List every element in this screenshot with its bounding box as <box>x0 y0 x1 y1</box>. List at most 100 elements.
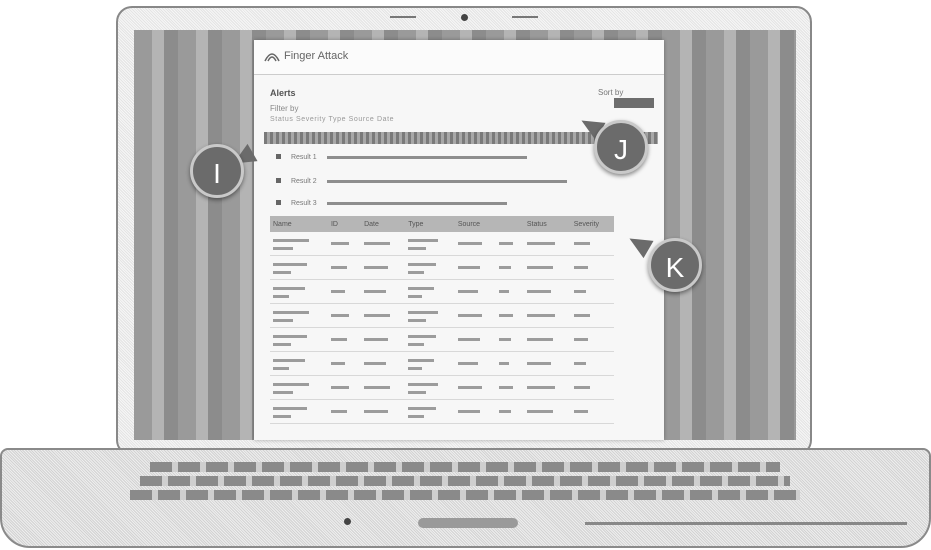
filter-row[interactable]: Status Severity Type Source Date <box>270 116 394 123</box>
trackpad[interactable] <box>418 518 518 528</box>
cell-text-placeholder <box>364 290 387 293</box>
table-cell <box>270 375 328 400</box>
table-cell <box>496 255 524 280</box>
list-item[interactable]: Result 2 <box>276 178 567 185</box>
cell-text-placeholder <box>330 410 347 413</box>
power-led-icon <box>344 518 351 525</box>
cell-text-placeholder <box>364 266 389 269</box>
keyboard-row <box>130 490 800 500</box>
cell-text-placeholder <box>526 338 553 341</box>
column-header[interactable]: Status <box>523 216 571 232</box>
checkbox[interactable] <box>276 154 281 159</box>
table-cell <box>523 351 571 376</box>
cell-text-placeholder <box>408 359 435 362</box>
cell-text-placeholder <box>526 386 555 389</box>
cell-text-placeholder <box>273 271 291 274</box>
table-cell <box>327 351 362 376</box>
table-cell <box>496 375 524 400</box>
cell-text-placeholder <box>499 362 510 365</box>
checkbox[interactable] <box>276 200 281 205</box>
table-row[interactable] <box>270 351 614 376</box>
lid-mark <box>512 16 538 18</box>
cell-text-placeholder <box>330 290 345 293</box>
cell-text-placeholder <box>408 247 427 250</box>
cell-text-placeholder <box>526 362 551 365</box>
cell-text-placeholder <box>457 338 480 341</box>
table-cell <box>570 375 614 400</box>
cell-text-placeholder <box>364 410 389 413</box>
table-cell <box>454 399 497 424</box>
cell-text-placeholder <box>273 239 309 242</box>
column-header[interactable]: ID <box>327 216 362 232</box>
checkbox[interactable] <box>276 178 281 183</box>
cell-text-placeholder <box>573 314 590 317</box>
cell-text-placeholder <box>364 242 391 245</box>
table-row[interactable] <box>270 232 614 256</box>
table-row[interactable] <box>270 303 614 328</box>
table-row[interactable] <box>270 399 614 424</box>
keyboard-row <box>140 476 790 486</box>
table-cell <box>496 399 524 424</box>
callout-i: I <box>190 144 244 198</box>
keyboard-row <box>150 462 780 472</box>
cell-text-placeholder <box>499 266 512 269</box>
table-row[interactable] <box>270 327 614 352</box>
cell-text-placeholder <box>408 287 435 290</box>
table-cell <box>361 375 406 400</box>
sort-link[interactable]: Sort by <box>598 88 623 97</box>
cell-text-placeholder <box>499 410 512 413</box>
table-cell <box>361 303 406 328</box>
table-cell <box>405 399 455 424</box>
table-cell <box>361 351 406 376</box>
table-cell <box>496 232 524 256</box>
cell-text-placeholder <box>408 367 423 370</box>
table-cell <box>523 255 571 280</box>
app-name: Finger Attack <box>284 50 349 62</box>
cell-text-placeholder <box>573 386 590 389</box>
callout-j: J <box>594 120 648 174</box>
column-header[interactable] <box>496 216 524 232</box>
column-header[interactable]: Name <box>270 216 328 232</box>
table-cell <box>496 279 524 304</box>
table-cell <box>361 327 406 352</box>
cell-text-placeholder <box>573 338 588 341</box>
page-title: Alerts <box>270 88 296 98</box>
list-item-label: Result 2 <box>290 178 317 185</box>
cell-text-placeholder <box>273 359 305 362</box>
column-header[interactable]: Severity <box>570 216 614 232</box>
action-button[interactable] <box>614 98 654 108</box>
table-cell <box>496 327 524 352</box>
cell-text-placeholder <box>526 290 551 293</box>
table-cell <box>361 399 406 424</box>
table-cell <box>327 279 362 304</box>
table-row[interactable] <box>270 255 614 280</box>
table-row[interactable] <box>270 375 614 400</box>
cell-text-placeholder <box>408 319 427 322</box>
cell-text-placeholder <box>573 362 586 365</box>
cell-text-placeholder <box>273 311 309 314</box>
cell-text-placeholder <box>408 391 427 394</box>
cell-text-placeholder <box>273 263 307 266</box>
table-cell <box>570 303 614 328</box>
column-header[interactable]: Date <box>361 216 406 232</box>
cell-text-placeholder <box>573 410 588 413</box>
cell-text-placeholder <box>457 266 480 269</box>
list-item[interactable]: Result 3 <box>276 200 507 207</box>
table-cell <box>570 232 614 256</box>
cell-text-placeholder <box>330 386 349 389</box>
webcam-icon <box>461 14 468 21</box>
table-cell <box>570 351 614 376</box>
column-header[interactable]: Type <box>405 216 455 232</box>
table-cell <box>454 327 497 352</box>
list-item-label: Result 1 <box>290 154 317 161</box>
cell-text-placeholder <box>330 338 347 341</box>
list-item[interactable]: Result 1 <box>276 154 527 161</box>
table-row[interactable] <box>270 279 614 304</box>
cell-text-placeholder <box>273 415 291 418</box>
table-cell <box>523 279 571 304</box>
column-header[interactable]: Source <box>454 216 497 232</box>
table-cell <box>405 327 455 352</box>
cell-text-placeholder <box>408 271 425 274</box>
cell-text-placeholder <box>408 335 437 338</box>
table-cell <box>405 279 455 304</box>
